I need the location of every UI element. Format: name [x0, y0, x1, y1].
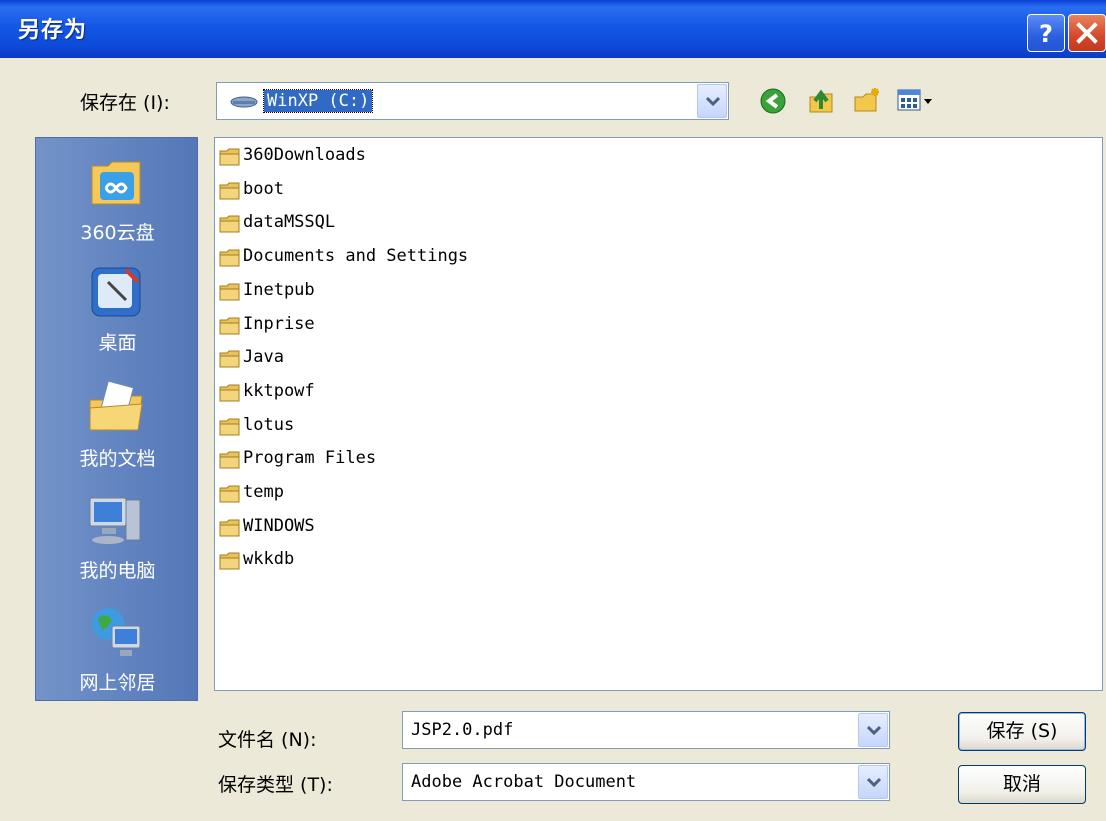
place-desktop[interactable]: 桌面: [36, 256, 199, 366]
save-type-label: 保存类型 (T):: [218, 774, 333, 796]
my-documents-icon: [89, 380, 143, 431]
folder-icon: [219, 249, 240, 267]
folder-icon: [219, 283, 240, 301]
folder-icon: [219, 485, 240, 503]
network-places-icon: [92, 608, 141, 656]
save-button[interactable]: 保存 (S): [958, 712, 1086, 751]
file-name: boot: [243, 178, 284, 199]
folder-icon: [219, 519, 240, 537]
desktop-icon: [91, 267, 141, 317]
back-icon[interactable]: [759, 87, 787, 115]
help-button[interactable]: ?: [1027, 14, 1065, 52]
file-name-input[interactable]: JSP2.0.pdf: [411, 720, 513, 740]
file-name-dropdown-button[interactable]: [858, 713, 888, 747]
place-my-documents[interactable]: 我的文档: [36, 372, 199, 482]
place-label: 我的电脑: [79, 560, 156, 582]
file-name: Program Files: [243, 448, 377, 469]
folder-icon: [219, 148, 240, 166]
close-button[interactable]: [1068, 14, 1106, 52]
folder-icon: [219, 384, 240, 402]
file-name: temp: [243, 482, 284, 502]
place-label: 我的文档: [79, 448, 156, 470]
place-label: 桌面: [98, 332, 137, 354]
cancel-button[interactable]: 取消: [958, 765, 1086, 804]
places-bar: 360云盘 桌面 我的文档 我的电脑 网上邻居: [35, 137, 198, 701]
file-name: dataMSSQL: [243, 212, 336, 233]
file-name-combobox[interactable]: JSP2.0.pdf: [402, 711, 890, 749]
my-computer-icon: [89, 497, 141, 544]
file-name: Inetpub: [243, 279, 315, 300]
file-name: Java: [243, 347, 284, 368]
cloud-drive-icon: [91, 161, 141, 205]
file-name: lotus: [243, 414, 295, 435]
save-type-combobox[interactable]: Adobe Acrobat Document: [402, 763, 890, 801]
folder-icon: [219, 418, 240, 436]
chevron-down-icon: [706, 96, 720, 106]
chevron-down-icon: [867, 777, 881, 787]
place-label: 360云盘: [80, 222, 155, 244]
file-name: Inprise: [243, 313, 315, 334]
drive-icon: [230, 96, 258, 108]
up-folder-icon[interactable]: [806, 85, 836, 115]
chevron-down-icon: [867, 725, 881, 735]
file-list[interactable]: 360Downloads boot dataMSSQL Documents and S…: [214, 137, 1103, 691]
new-folder-icon[interactable]: [852, 85, 882, 115]
place-my-computer[interactable]: 我的电脑: [36, 484, 199, 594]
save-type-value: Adobe Acrobat Document: [411, 772, 637, 792]
folder-icon: [219, 182, 240, 200]
file-name: wkkdb: [243, 549, 295, 570]
dialog-title: 另存为: [18, 18, 88, 43]
place-network[interactable]: 网上邻居: [36, 596, 199, 706]
save-type-dropdown-button[interactable]: [858, 765, 888, 799]
help-icon: ?: [1039, 20, 1053, 48]
save-in-dropdown-button[interactable]: [697, 84, 727, 118]
close-icon: [1076, 22, 1098, 44]
file-name: Documents and Settings: [243, 246, 469, 267]
folder-icon: [219, 350, 240, 368]
folder-icon: [219, 317, 240, 334]
title-bar[interactable]: 另存为 ?: [0, 0, 1106, 58]
save-in-value: WinXP (C:): [262, 89, 374, 113]
place-360-cloud[interactable]: 360云盘: [36, 146, 199, 256]
place-label: 网上邻居: [79, 672, 156, 694]
file-name: 360Downloads: [243, 145, 366, 165]
folder-icon: [219, 215, 240, 233]
save-in-label: 保存在 (I):: [80, 92, 170, 114]
folder-icon: [219, 552, 240, 570]
save-as-dialog: 另存为 ? 保存在 (I): WinXP (C:) 360云盘 桌面 我的文档 …: [0, 0, 1106, 821]
file-name-label: 文件名 (N):: [218, 729, 317, 751]
file-name: WINDOWS: [243, 515, 315, 536]
folder-icon: [219, 451, 240, 469]
views-menu-icon[interactable]: [896, 87, 936, 115]
save-in-combobox[interactable]: WinXP (C:): [216, 82, 729, 120]
file-name: kktpowf: [243, 380, 315, 401]
svg-text:?: ?: [1039, 20, 1053, 48]
